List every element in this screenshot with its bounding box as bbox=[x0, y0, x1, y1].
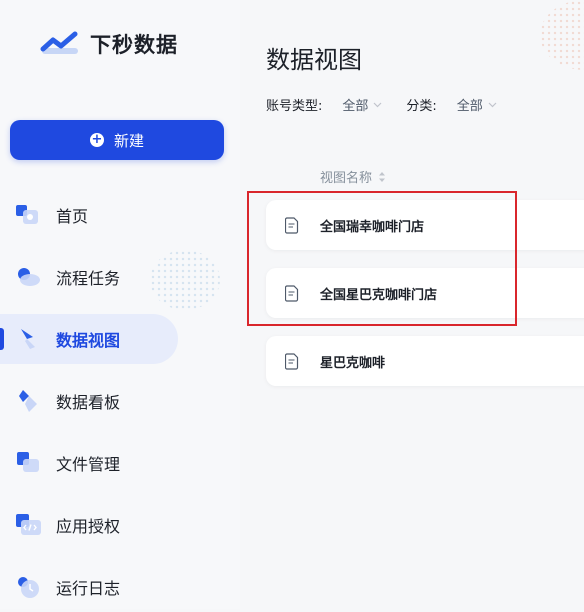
sidebar-item-app-auth[interactable]: 应用授权 bbox=[0, 500, 178, 550]
document-icon bbox=[285, 217, 299, 234]
sidebar-item-label: 流程任务 bbox=[56, 269, 121, 288]
sidebar-item-label: 数据视图 bbox=[56, 331, 121, 350]
page-title: 数据视图 bbox=[266, 46, 362, 74]
home-icon bbox=[16, 205, 38, 224]
log-icon bbox=[18, 577, 39, 598]
chart-line-logo-icon bbox=[40, 31, 78, 54]
sidebar-item-label: 首页 bbox=[56, 207, 89, 226]
category-select[interactable]: 全部 bbox=[457, 95, 497, 114]
account-type-value: 全部 bbox=[342, 99, 369, 114]
code-icon bbox=[16, 514, 41, 535]
app-name: 下秒数据 bbox=[90, 33, 178, 57]
plus-circle-icon: + bbox=[89, 132, 104, 147]
new-button-label: 新建 bbox=[113, 131, 144, 150]
sort-icon bbox=[379, 171, 386, 182]
sidebar-item-tasks[interactable]: 流程任务 bbox=[0, 252, 178, 302]
account-type-select[interactable]: 全部 bbox=[342, 95, 382, 114]
document-icon bbox=[285, 353, 299, 370]
category-label: 分类: bbox=[406, 99, 437, 114]
main-content: 数据视图 账号类型: 全部 分类: 全部 视图名称 全国瑞幸咖啡门店 全国星巴克… bbox=[240, 0, 584, 609]
sidebar-item-label: 运行日志 bbox=[56, 579, 121, 598]
sidebar-item-home[interactable]: 首页 bbox=[0, 190, 178, 240]
sidebar-item-data-view[interactable]: 数据视图 bbox=[0, 314, 178, 364]
cursor-icon bbox=[21, 329, 35, 349]
view-name: 星巴克咖啡 bbox=[320, 355, 386, 371]
view-name: 全国瑞幸咖啡门店 bbox=[320, 219, 425, 235]
column-header-view-name[interactable]: 视图名称 bbox=[320, 167, 386, 186]
cloud-icon bbox=[18, 268, 40, 286]
table-row[interactable]: 全国瑞幸咖啡门店 bbox=[266, 200, 584, 250]
column-header-label: 视图名称 bbox=[320, 171, 373, 186]
category-value: 全部 bbox=[456, 99, 483, 114]
sidebar-item-label: 文件管理 bbox=[56, 455, 121, 474]
account-type-label: 账号类型: bbox=[266, 99, 323, 114]
sidebar-item-label: 应用授权 bbox=[56, 517, 121, 536]
table-row[interactable]: 星巴克咖啡 bbox=[266, 336, 584, 386]
app-logo[interactable]: 下秒数据 bbox=[40, 28, 178, 60]
chevron-down-icon bbox=[373, 102, 382, 107]
filter-bar: 账号类型: 全部 分类: 全部 bbox=[266, 95, 497, 114]
document-icon bbox=[285, 285, 299, 302]
table-row[interactable]: 全国星巴克咖啡门店 bbox=[266, 268, 584, 318]
sidebar-item-label: 数据看板 bbox=[56, 393, 121, 412]
sidebar: 下秒数据 + 新建 首页 流程任务 数据视图 数据看板 文件管理 应用授权 运行… bbox=[0, 0, 240, 609]
new-button[interactable]: + 新建 bbox=[10, 120, 224, 160]
sidebar-item-logs[interactable]: 运行日志 bbox=[0, 562, 178, 612]
sidebar-item-files[interactable]: 文件管理 bbox=[0, 438, 178, 488]
sidebar-item-dashboard[interactable]: 数据看板 bbox=[0, 376, 178, 426]
view-name: 全国星巴克咖啡门店 bbox=[320, 287, 438, 303]
chevron-down-icon bbox=[488, 102, 497, 107]
diamond-icon bbox=[19, 390, 37, 412]
decorative-dots bbox=[540, 0, 584, 70]
folder-icon bbox=[17, 452, 39, 472]
